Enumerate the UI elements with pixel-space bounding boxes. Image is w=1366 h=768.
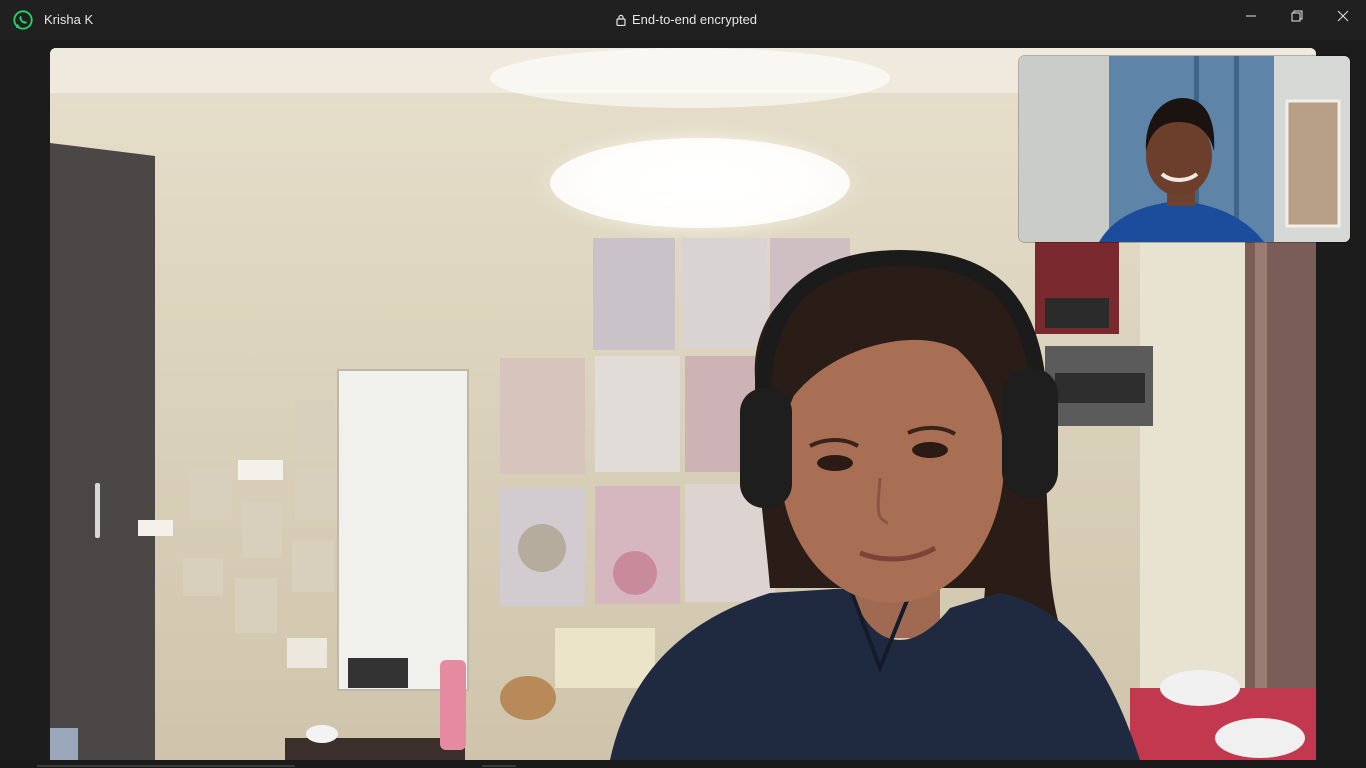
bottom-indicator [482,765,516,767]
window-controls [1228,0,1366,32]
close-icon [1337,10,1349,22]
contact-name: Krisha K [44,12,94,27]
close-button[interactable] [1320,0,1366,32]
minimize-icon [1246,15,1256,17]
encryption-label: End-to-end encrypted [632,12,758,27]
restore-icon [1291,10,1303,22]
encryption-status: End-to-end encrypted [616,12,757,27]
bottom-indicator [37,765,295,767]
lock-icon [616,14,626,26]
restore-button[interactable] [1274,0,1320,32]
video-call-window: Krisha K End-to-end encrypted [0,0,1366,768]
title-bar[interactable]: Krisha K End-to-end encrypted [0,0,1366,40]
whatsapp-logo-icon [13,10,33,30]
minimize-button[interactable] [1228,0,1274,32]
self-preview-video[interactable] [1019,56,1350,242]
